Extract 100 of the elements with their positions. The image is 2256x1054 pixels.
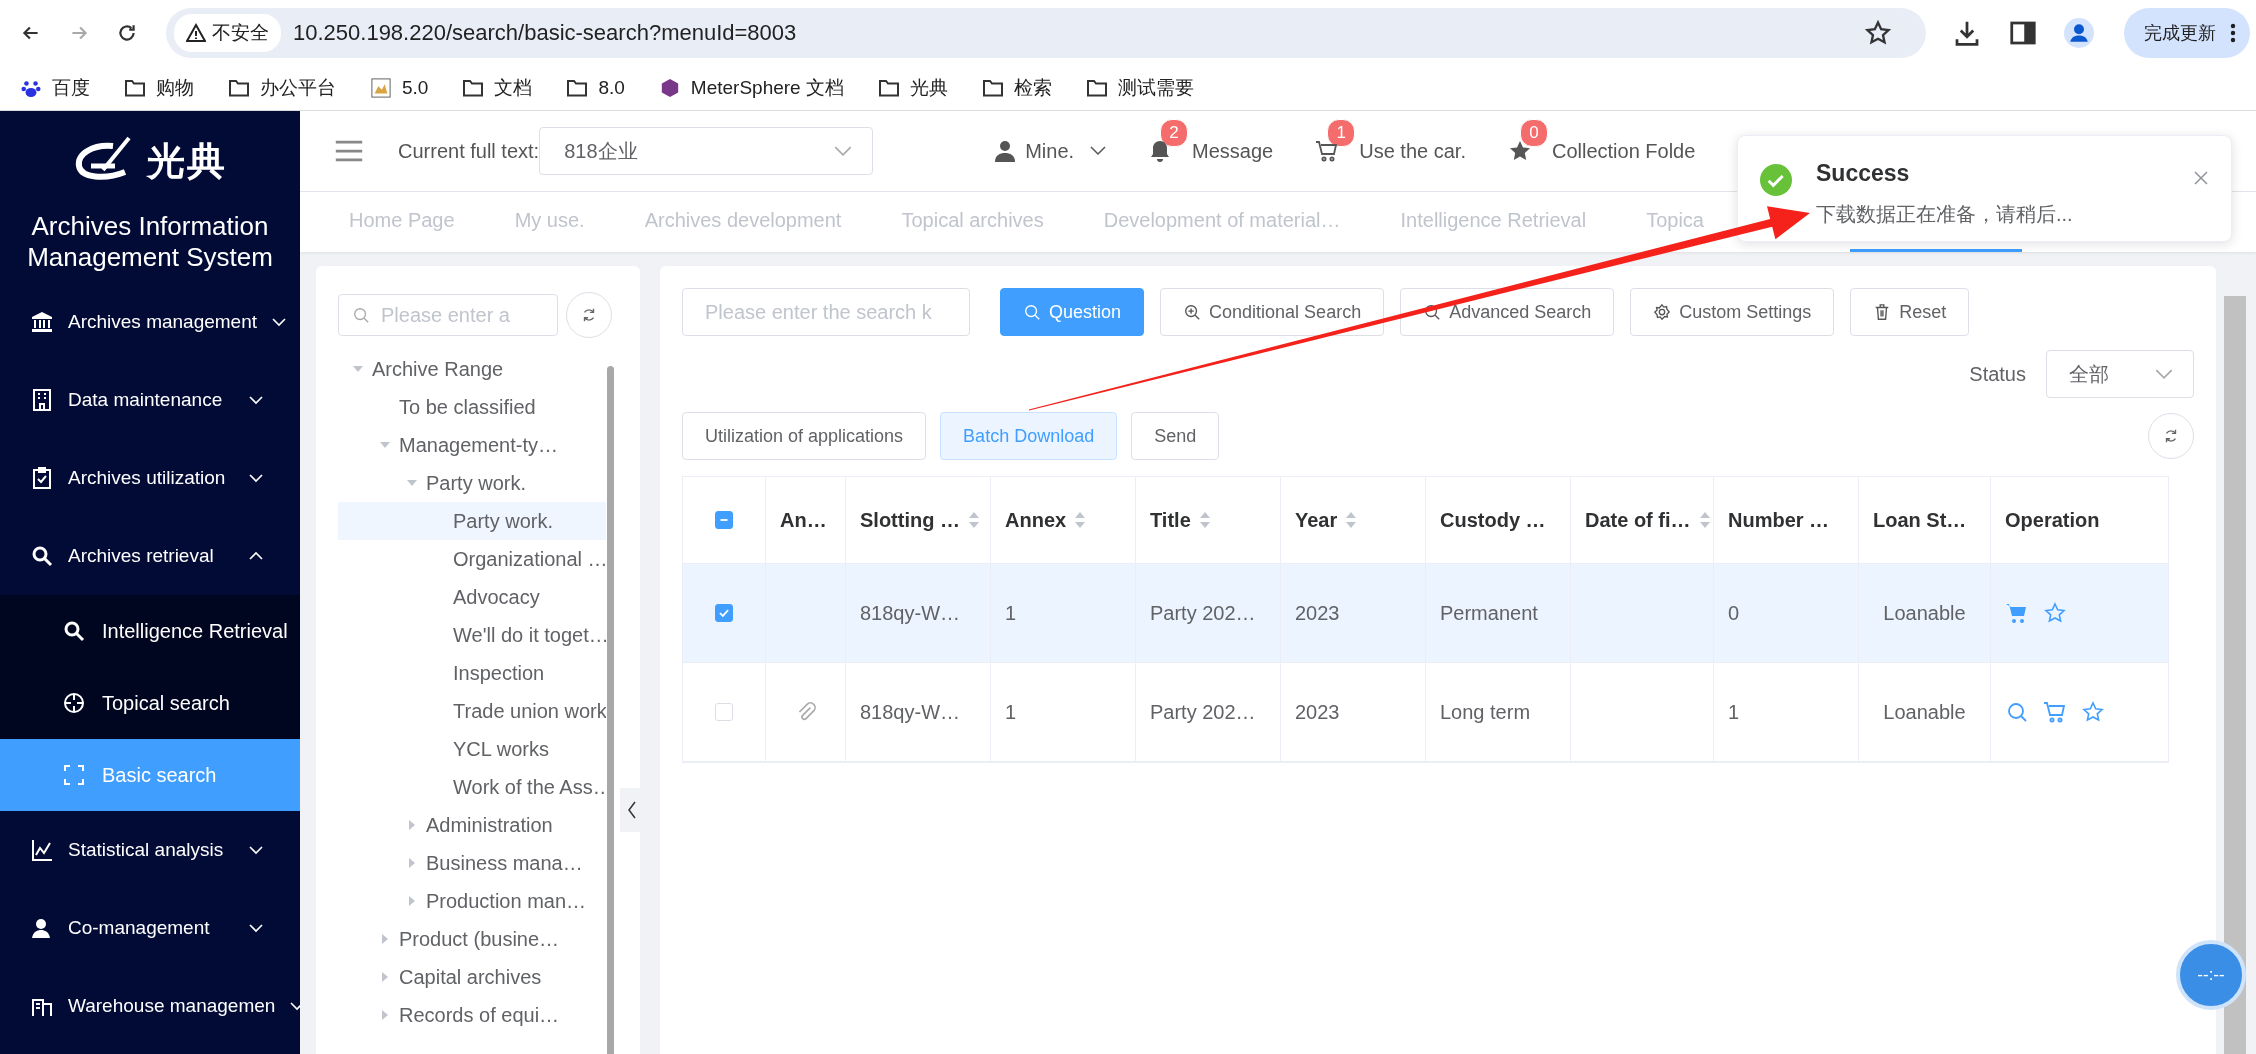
menu-item[interactable]: Archives utilization xyxy=(0,439,300,517)
folder-icon xyxy=(124,78,146,98)
cart-icon[interactable] xyxy=(2005,601,2029,625)
bookmark-label[interactable]: 购物 xyxy=(156,75,194,101)
tree-node[interactable]: Organizational … xyxy=(338,540,606,578)
refresh-button[interactable] xyxy=(2148,413,2194,459)
status-select[interactable]: 全部 xyxy=(2046,350,2194,398)
tree-node[interactable]: We'll do it toget… xyxy=(338,616,606,654)
menu-item[interactable]: Warehouse managemen xyxy=(0,967,300,1045)
logo-text: 光典 xyxy=(147,138,227,184)
tree-node[interactable]: Production man… xyxy=(338,882,606,920)
sort-icon[interactable] xyxy=(1074,511,1087,529)
sort-icon[interactable] xyxy=(1345,511,1358,529)
menu-item[interactable]: Statistical analysis xyxy=(0,811,300,889)
toolbar-button[interactable]: Conditional Search xyxy=(1160,288,1385,336)
column-header[interactable]: Operation xyxy=(2005,508,2100,532)
table-row[interactable]: 818qy-W… 1 Party 202… 2023 Permanent 0 Loanable xyxy=(683,564,2168,663)
user-menu[interactable]: Mine. xyxy=(993,139,1107,163)
column-header[interactable]: Date of fi… xyxy=(1585,508,1691,532)
tree-node[interactable]: Work of the Ass… xyxy=(338,768,606,806)
tree-node[interactable]: Capital archives xyxy=(338,958,606,996)
tree-node[interactable]: Trade union work xyxy=(338,692,606,730)
sort-icon[interactable] xyxy=(1698,511,1711,529)
tree-node[interactable]: YCL works xyxy=(338,730,606,768)
toolbar-button[interactable]: Advanced Search xyxy=(1400,288,1615,336)
tree-node[interactable]: Product (busine… xyxy=(338,920,606,958)
tree-node[interactable]: Advocacy xyxy=(338,578,606,616)
table-cell: Party 202… xyxy=(1150,601,1256,625)
tree-node[interactable]: Records of equi… xyxy=(338,996,606,1034)
column-header[interactable]: Year xyxy=(1295,508,1338,532)
table-cell: 818qy-W… xyxy=(860,700,961,724)
column-header[interactable]: Number … xyxy=(1728,508,1830,532)
address-bar[interactable]: 不安全 10.250.198.220/search/basic-search?menuId=8003 xyxy=(166,8,1926,58)
menu-item[interactable]: Co-management xyxy=(0,889,300,967)
action-button[interactable]: Send xyxy=(1131,412,1220,460)
paw-icon xyxy=(20,78,42,98)
tree-node[interactable]: Archive Range xyxy=(338,350,606,388)
bookmark-label[interactable]: 办公平台 xyxy=(260,75,336,101)
menu-item[interactable]: Data maintenance xyxy=(0,361,300,439)
bookmark-label[interactable]: 光典 xyxy=(909,75,948,101)
tree-node[interactable]: Party work. xyxy=(338,502,606,540)
bookmark-label[interactable]: 5.0 xyxy=(402,77,429,99)
tree-node[interactable]: Administration xyxy=(338,806,606,844)
submenu-item[interactable]: Intelligence Retrieval xyxy=(0,595,300,667)
column-header[interactable]: An… xyxy=(780,508,827,532)
bookmark-label[interactable]: 检索 xyxy=(1013,75,1052,101)
table-cell: Long term xyxy=(1440,700,1531,724)
tree-node[interactable]: Management-ty… xyxy=(338,426,606,464)
profile-icon[interactable] xyxy=(2064,18,2094,48)
chevron-icon xyxy=(248,551,264,561)
cart-icon xyxy=(1315,139,1340,163)
column-header[interactable]: Annex xyxy=(1005,508,1067,532)
menu-item[interactable]: Archives management xyxy=(0,283,300,361)
refresh-button[interactable] xyxy=(566,292,612,338)
full-text-select[interactable]: 818企业 xyxy=(539,127,874,175)
row-checkbox[interactable] xyxy=(715,604,733,622)
search-field[interactable]: Please enter the search k xyxy=(682,288,970,336)
scrollbar[interactable] xyxy=(607,366,614,1054)
bookmark-label[interactable]: MeterSphere 文档 xyxy=(690,75,844,101)
star-icon[interactable] xyxy=(2043,601,2067,625)
column-header[interactable]: Loan St… xyxy=(1873,508,1967,532)
toolbar-button[interactable]: Custom Settings xyxy=(1630,288,1835,336)
chart-icon xyxy=(30,838,54,862)
bookmark-label[interactable]: 百度 xyxy=(52,75,90,101)
select-all-checkbox[interactable] xyxy=(715,511,733,529)
reload-icon[interactable] xyxy=(116,22,138,44)
security-chip[interactable]: 不安全 xyxy=(174,14,281,52)
bookmark-label[interactable]: 8.0 xyxy=(598,77,625,99)
scan-icon xyxy=(62,763,86,787)
action-button[interactable]: Utilization of applications xyxy=(682,412,927,460)
toolbar-button[interactable]: Reset xyxy=(1850,288,1970,336)
toast-title: Success xyxy=(1816,160,1911,187)
table-cell: Loanable xyxy=(1883,601,1966,625)
tree-node[interactable]: Party work. xyxy=(338,464,606,502)
bookmark-label[interactable]: 测试需要 xyxy=(1117,75,1194,101)
tree-search-field[interactable]: Please enter a xyxy=(338,294,558,336)
building-icon xyxy=(30,388,54,412)
column-header[interactable]: Slotting … xyxy=(860,508,960,532)
sort-icon[interactable] xyxy=(1198,511,1211,529)
tree-node[interactable]: Inspection xyxy=(338,654,606,692)
zoom-in-icon xyxy=(1183,303,1202,321)
update-button[interactable]: 完成更新 xyxy=(2124,8,2250,58)
submenu-item[interactable]: Topical search xyxy=(0,667,300,739)
table-row[interactable]: 818qy-W… 1 Party 202… 2023 Long term 1 Loanable xyxy=(683,663,2168,762)
column-header[interactable]: Custody … xyxy=(1440,508,1546,532)
tree-node[interactable]: To be classified xyxy=(338,388,606,426)
menu-item[interactable]: Archives retrieval xyxy=(0,517,300,595)
bookmark-label[interactable]: 文档 xyxy=(494,75,533,101)
bookmark-star-icon[interactable] xyxy=(1864,19,1892,47)
table-cell: 1 xyxy=(1005,700,1017,724)
close-icon[interactable] xyxy=(2193,170,2209,186)
menu-icon[interactable] xyxy=(334,140,364,162)
tree-node[interactable]: Business mana… xyxy=(338,844,606,882)
count-badge: 1 xyxy=(1327,119,1356,147)
star-icon[interactable] xyxy=(2081,700,2105,724)
cart-icon[interactable] xyxy=(2043,700,2067,724)
column-header[interactable]: Title xyxy=(1150,508,1191,532)
search-icon[interactable] xyxy=(2005,700,2029,724)
scrollbar[interactable] xyxy=(2224,296,2246,1054)
sort-icon[interactable] xyxy=(968,511,980,529)
